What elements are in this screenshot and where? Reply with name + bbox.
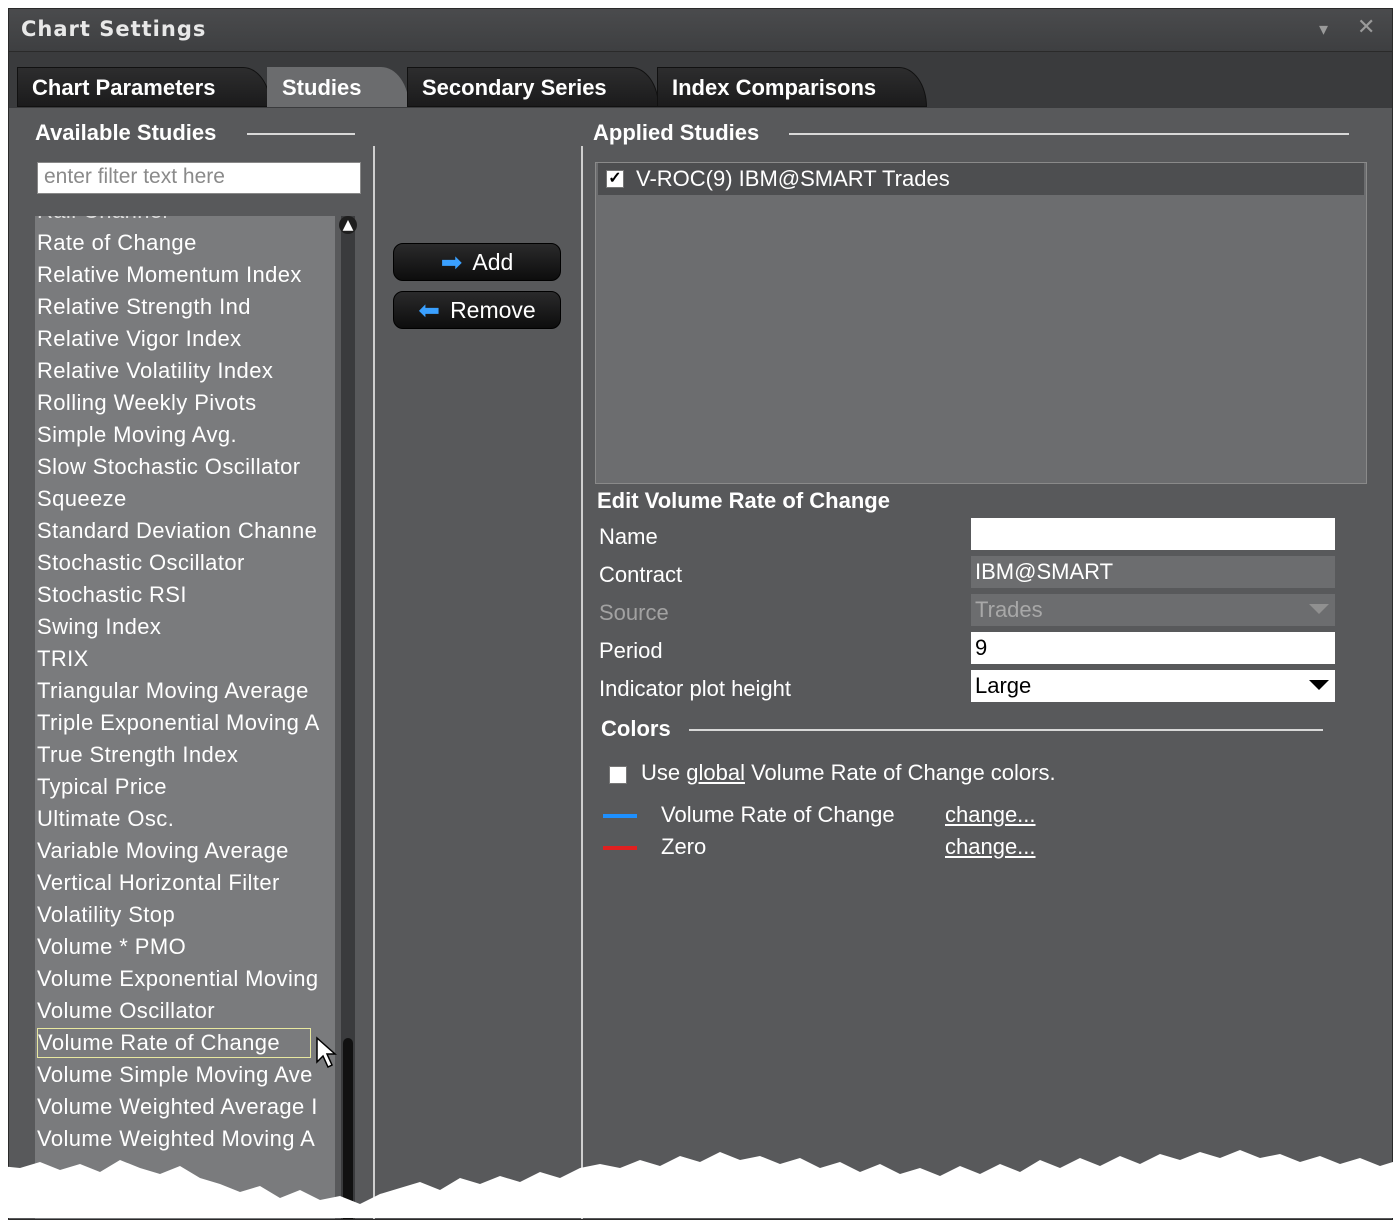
roc-color-swatch — [603, 814, 637, 818]
remove-button-label: Remove — [450, 296, 536, 323]
list-item[interactable]: Volatility Stop — [37, 900, 175, 930]
source-select: Trades — [971, 594, 1335, 626]
list-item[interactable]: Volume * PMO — [37, 932, 186, 962]
chart-settings-window: Chart Settings ▾ ✕ Chart Parameters Stud… — [8, 8, 1393, 1220]
list-item[interactable]: Relative Strength Ind — [37, 292, 251, 322]
plot-height-value: Large — [975, 673, 1032, 698]
source-label: Source — [599, 600, 669, 625]
global-colors-label: Use global Volume Rate of Change colors. — [641, 760, 1056, 786]
global-pre-text: Use — [641, 760, 681, 785]
list-item[interactable]: Typical Price — [37, 772, 167, 802]
list-item[interactable]: Swing Index — [37, 612, 161, 642]
list-item[interactable]: Ultimate Osc. — [37, 804, 174, 834]
name-field[interactable] — [971, 518, 1335, 550]
section-divider — [789, 133, 1349, 135]
tab-studies[interactable]: Studies — [267, 67, 409, 107]
list-item[interactable]: Relative Volatility Index — [37, 356, 273, 386]
applied-study-row[interactable]: ✓ V-ROC(9) IBM@SMART Trades — [598, 163, 1364, 195]
scroll-up-arrow-icon[interactable]: ▲ — [339, 216, 357, 234]
list-item[interactable]: TRIX — [37, 644, 89, 674]
window-title: Chart Settings — [21, 17, 207, 41]
available-studies-list[interactable]: Rail Channel Rate of ChangeRelative Mome… — [35, 216, 335, 1219]
add-button[interactable]: ➡ Add — [393, 243, 561, 281]
roc-color-label: Volume Rate of Change — [661, 802, 895, 827]
title-bar: Chart Settings ▾ ✕ — [9, 9, 1392, 52]
zero-color-swatch — [603, 846, 637, 850]
period-label: Period — [599, 638, 663, 663]
list-item-selected[interactable]: Volume Rate of Change — [37, 1028, 311, 1058]
list-item[interactable]: Relative Momentum Index — [37, 260, 302, 290]
contract-field: IBM@SMART — [971, 556, 1335, 588]
list-item[interactable]: Variable Moving Average — [37, 836, 289, 866]
list-item[interactable]: Simple Moving Avg. — [37, 420, 237, 450]
studies-panel: Available Studies enter filter text here… — [9, 108, 1392, 1219]
list-item[interactable]: Squeeze — [37, 484, 127, 514]
list-item[interactable]: Triple Exponential Moving A — [37, 708, 320, 738]
dropdown-arrow-icon[interactable] — [1309, 680, 1329, 690]
period-field[interactable]: 9 — [971, 632, 1335, 664]
tab-index-comparisons[interactable]: Index Comparisons — [657, 67, 927, 107]
close-icon[interactable]: ✕ — [1357, 15, 1375, 40]
list-item[interactable]: Stochastic RSI — [37, 580, 187, 610]
filter-input[interactable]: enter filter text here — [37, 162, 361, 194]
tab-chart-parameters[interactable]: Chart Parameters — [17, 67, 271, 107]
tab-secondary-series[interactable]: Secondary Series — [407, 67, 659, 107]
list-item[interactable]: Vertical Horizontal Filter — [37, 868, 280, 898]
list-item[interactable]: Relative Vigor Index — [37, 324, 242, 354]
tab-strip: Chart Parameters Studies Secondary Serie… — [9, 52, 1392, 108]
applied-studies-list[interactable]: ✓ V-ROC(9) IBM@SMART Trades — [595, 162, 1367, 484]
list-item[interactable]: Slow Stochastic Oscillator — [37, 452, 301, 482]
arrow-left-icon: ⬅ — [418, 294, 441, 325]
list-item[interactable]: Standard Deviation Channe — [37, 516, 317, 546]
checkbox-checked[interactable]: ✓ — [606, 170, 624, 188]
source-value: Trades — [975, 597, 1043, 622]
section-divider — [689, 729, 1323, 731]
available-studies-title: Available Studies — [35, 120, 217, 145]
dropdown-arrow-icon — [1309, 604, 1329, 614]
list-item[interactable]: Triangular Moving Average — [37, 676, 309, 706]
left-divider — [373, 146, 375, 1219]
list-item-partial[interactable]: Rail Channel — [37, 216, 168, 226]
contract-label: Contract — [599, 562, 683, 587]
list-item[interactable]: Stochastic Oscillator — [37, 548, 245, 578]
roc-change-link[interactable]: change... — [945, 802, 1036, 828]
right-divider — [581, 146, 583, 1219]
list-item[interactable]: Volume Exponential Moving — [37, 964, 319, 994]
mouse-cursor-icon — [316, 1036, 337, 1069]
applied-study-label: V-ROC(9) IBM@SMART Trades — [636, 166, 950, 191]
colors-title: Colors — [601, 716, 671, 741]
list-item[interactable]: Rolling Weekly Pivots — [37, 388, 257, 418]
list-item[interactable]: Volume Simple Moving Ave — [37, 1060, 313, 1090]
global-link[interactable]: global — [686, 760, 745, 785]
torn-edge — [0, 1150, 1399, 1218]
list-item[interactable]: Rate of Change — [37, 228, 197, 258]
plot-height-label: Indicator plot height — [599, 676, 792, 701]
arrow-right-icon: ➡ — [440, 246, 463, 277]
applied-studies-title: Applied Studies — [593, 120, 760, 145]
remove-button[interactable]: ⬅ Remove — [393, 291, 561, 329]
add-button-label: Add — [472, 248, 514, 275]
name-label: Name — [599, 524, 658, 549]
zero-color-label: Zero — [661, 834, 707, 859]
global-colors-checkbox[interactable] — [609, 766, 627, 784]
list-item[interactable]: Volume Weighted Average I — [37, 1092, 318, 1122]
zero-change-link[interactable]: change... — [945, 834, 1036, 860]
global-post-text: Volume Rate of Change colors. — [751, 760, 1056, 785]
list-item[interactable]: Volume Oscillator — [37, 996, 215, 1026]
list-item[interactable]: True Strength Index — [37, 740, 238, 770]
section-divider — [247, 133, 355, 135]
chevron-down-icon[interactable]: ▾ — [1319, 19, 1328, 40]
plot-height-select[interactable]: Large — [971, 670, 1335, 702]
edit-title: Edit Volume Rate of Change — [597, 488, 890, 513]
